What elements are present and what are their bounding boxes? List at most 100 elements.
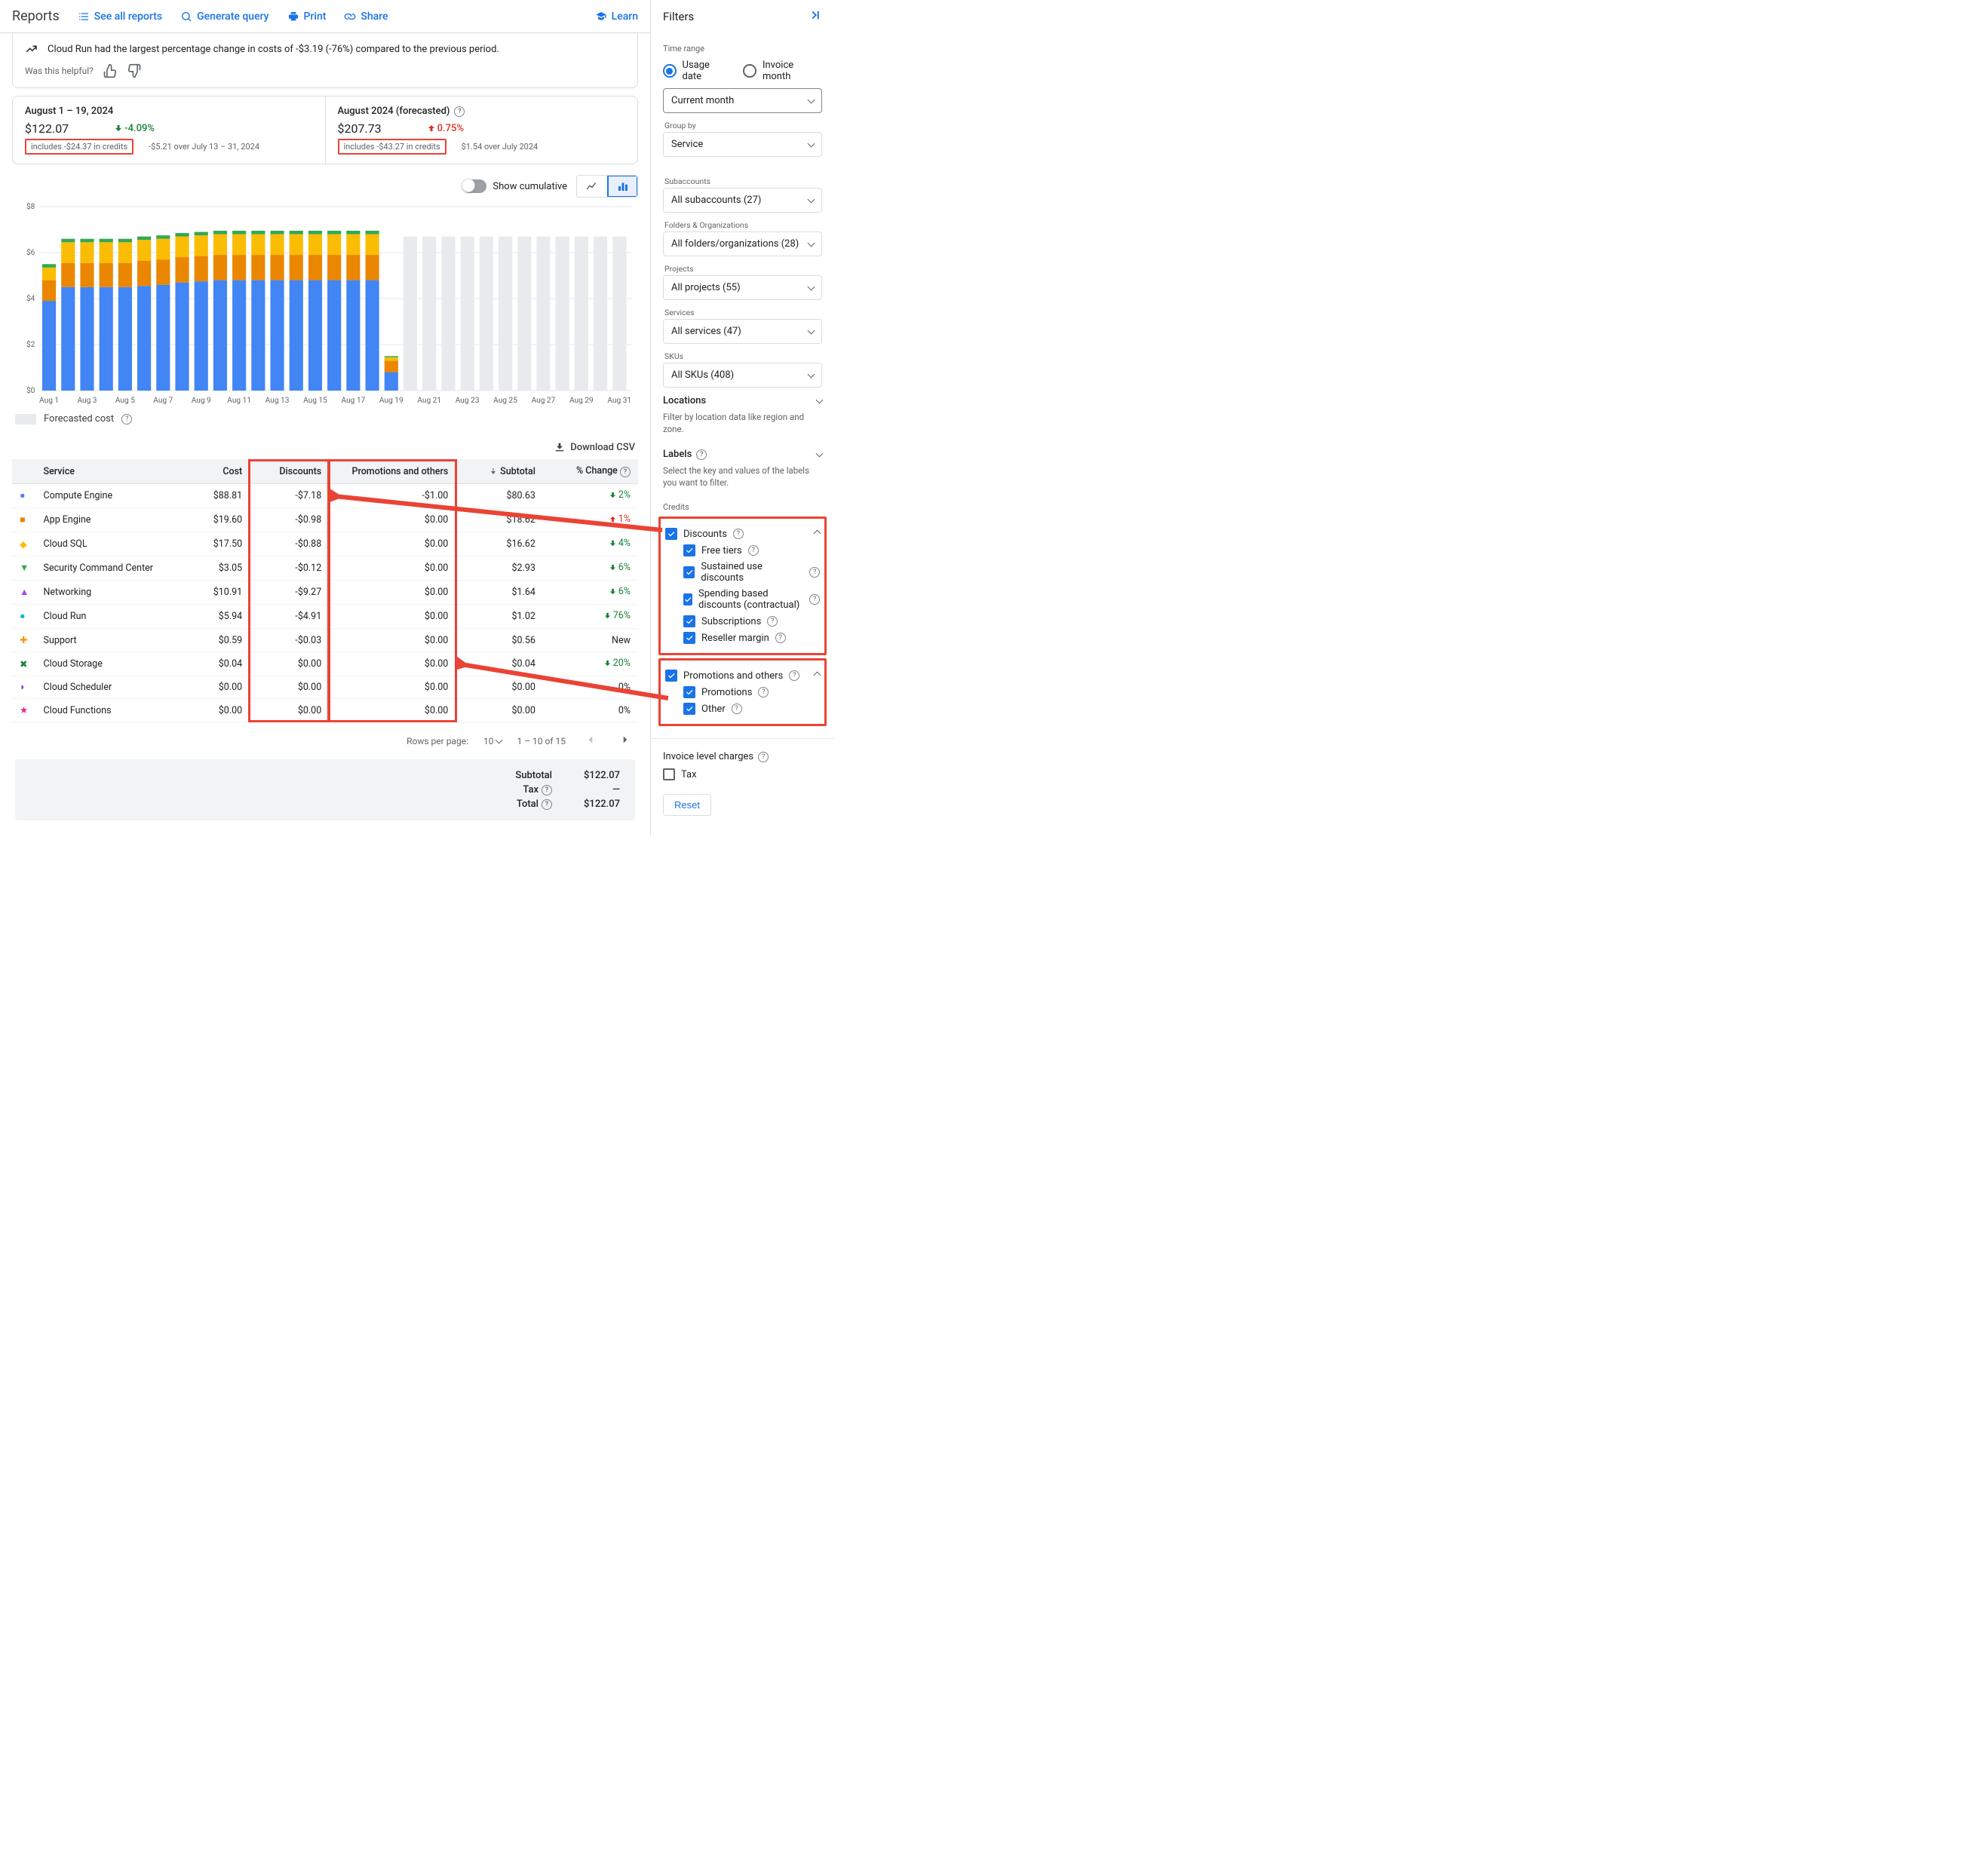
help-icon[interactable]: ? (789, 670, 799, 681)
discounts-cell: -$7.18 (250, 484, 329, 508)
svg-text:$8: $8 (26, 202, 35, 211)
chevron-down-icon (808, 240, 815, 247)
bar-chart-button[interactable] (607, 176, 637, 197)
tax-label: Tax (523, 784, 539, 795)
folders-label: Folders & Organizations (664, 220, 822, 230)
line-chart-icon (585, 179, 599, 193)
service-marker: ▲ (20, 587, 27, 594)
cost-cell: $17.50 (179, 532, 250, 556)
print-icon (287, 11, 299, 23)
chevron-up-icon[interactable] (814, 671, 821, 679)
share-icon (344, 11, 356, 23)
service-marker: ▼ (20, 562, 27, 570)
service-marker: ● (20, 490, 27, 498)
tax-checkbox[interactable] (663, 768, 675, 780)
service-marker: ■ (20, 514, 27, 522)
promotions-cell: $0.00 (329, 676, 456, 699)
help-icon[interactable]: ? (809, 567, 820, 578)
chart-type-selector (576, 175, 638, 198)
help-icon[interactable]: ? (696, 449, 707, 460)
chevron-collapse-icon (809, 8, 822, 22)
see-all-reports-link[interactable]: See all reports (78, 11, 162, 23)
subaccounts-select[interactable]: All subaccounts (27) (663, 188, 822, 213)
download-icon (554, 441, 566, 453)
usage-date-radio[interactable]: Usage date (663, 60, 729, 82)
thumb-down-icon[interactable] (127, 63, 142, 78)
hide-filters-button[interactable] (809, 8, 822, 25)
discounts-cell: $0.00 (250, 652, 329, 676)
help-icon[interactable]: ? (542, 799, 552, 810)
help-icon[interactable]: ? (620, 467, 631, 477)
legend: Forecasted cost ? (15, 413, 635, 425)
help-icon[interactable]: ? (121, 414, 132, 425)
th-discounts[interactable]: Discounts (250, 459, 329, 484)
arrow-down-icon (114, 124, 123, 133)
svg-text:Aug 1: Aug 1 (39, 397, 59, 405)
thumb-up-icon[interactable] (103, 63, 118, 78)
cumulative-label: Show cumulative (493, 181, 567, 192)
learn-link[interactable]: Learn (595, 11, 638, 23)
th-service[interactable]: Service (36, 459, 179, 484)
line-chart-button[interactable] (577, 176, 607, 197)
services-select[interactable]: All services (47) (663, 319, 822, 344)
labels-expand[interactable]: Labels? (663, 449, 822, 460)
trend-icon (25, 42, 38, 56)
svg-text:Aug 3: Aug 3 (77, 397, 97, 405)
help-icon[interactable]: ? (809, 594, 820, 605)
cost-cell: $0.59 (179, 629, 250, 652)
topbar: Reports See all reports Generate query P… (0, 0, 650, 33)
th-subtotal[interactable]: Subtotal (456, 459, 543, 484)
cost-chart: $0$2$4$6$8Aug 1Aug 3Aug 5Aug 7Aug 9Aug 1… (15, 202, 635, 406)
download-csv-link[interactable]: Download CSV (554, 441, 635, 453)
help-icon[interactable]: ? (748, 545, 759, 556)
svg-text:Aug 5: Aug 5 (115, 397, 135, 405)
bar-chart-icon (616, 179, 630, 193)
service-name: Cloud Run (36, 605, 179, 629)
cost-cell: $19.60 (179, 508, 250, 532)
chevron-down-icon (816, 397, 824, 404)
svg-text:$4: $4 (26, 293, 35, 303)
help-icon[interactable]: ? (758, 752, 769, 762)
invoice-month-radio[interactable]: Invoice month (743, 60, 822, 82)
service-name: Cloud Functions (36, 699, 179, 722)
th-promotions[interactable]: Promotions and others (329, 459, 456, 484)
share-link[interactable]: Share (344, 11, 388, 23)
service-name: Networking (36, 581, 179, 605)
page-title: Reports (12, 8, 60, 24)
help-icon[interactable]: ? (542, 785, 552, 795)
projects-label: Projects (664, 264, 822, 274)
group-by-select[interactable]: Service (663, 132, 822, 157)
cost-table-wrap: Service Cost Discounts Promotions and ot… (12, 459, 638, 722)
services-label: Services (664, 308, 822, 317)
help-icon[interactable]: ? (454, 106, 465, 117)
generate-query-link[interactable]: Generate query (180, 11, 268, 23)
service-marker: ★ (20, 704, 27, 712)
reset-button[interactable]: Reset (663, 794, 711, 816)
date-range-select[interactable]: Current month (663, 88, 822, 113)
help-icon[interactable]: ? (733, 529, 744, 539)
summary-actual-sub: -$5.21 over July 13 – 31, 2024 (149, 142, 259, 152)
promotions-cell: $0.00 (329, 652, 456, 676)
summary-forecast-sub: $1.54 over July 2024 (462, 142, 539, 152)
projects-select[interactable]: All projects (55) (663, 275, 822, 300)
forecast-swatch (15, 414, 36, 425)
cumulative-toggle[interactable] (462, 179, 486, 193)
service-marker: ● (20, 611, 27, 618)
cost-cell: $0.00 (179, 676, 250, 699)
th-pct-change[interactable]: % Change ? (543, 459, 638, 484)
cost-cell: $88.81 (179, 484, 250, 508)
service-name: Cloud SQL (36, 532, 179, 556)
th-cost[interactable]: Cost (179, 459, 250, 484)
chevron-up-icon[interactable] (814, 529, 821, 537)
list-icon (78, 11, 90, 23)
skus-select[interactable]: All SKUs (408) (663, 363, 822, 388)
print-link[interactable]: Print (287, 11, 327, 23)
help-icon[interactable]: ? (767, 616, 778, 627)
help-icon[interactable]: ? (775, 633, 786, 643)
help-icon[interactable]: ? (758, 687, 769, 697)
annotation-arrow-discounts (330, 485, 707, 636)
sort-down-icon (489, 467, 498, 476)
locations-expand[interactable]: Locations (663, 395, 822, 406)
discounts-cell: -$0.98 (250, 508, 329, 532)
folders-select[interactable]: All folders/organizations (28) (663, 231, 822, 256)
